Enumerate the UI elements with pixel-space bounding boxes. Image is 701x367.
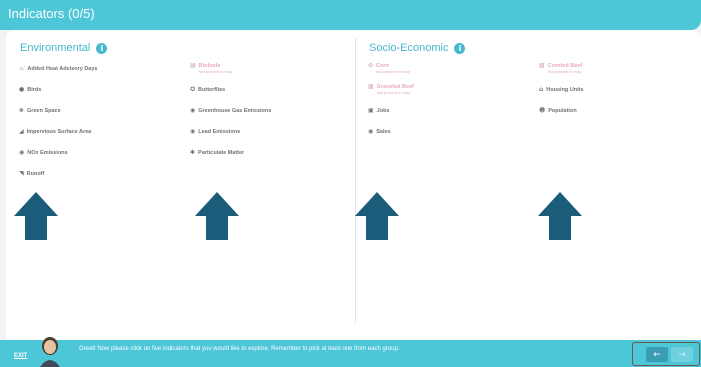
indicator-impervious-surface-area[interactable]: ◢ Impervious Surface Area [19,128,92,136]
tutorial-arrow-up-icon [538,192,582,240]
guide-bar: EXIT Great! Now please click on five ind… [0,337,701,367]
indicator-label: Particulate Matter [198,150,245,156]
indicator-label: Birds [27,87,42,93]
indicator-greenhouse-gas-emissions[interactable]: ◉ Greenhouse Gas Emissions [190,107,272,115]
info-icon[interactable]: i [454,42,466,54]
indicator-cornfed-beef: ▩ Cornfed Beef Not present in map [539,62,582,75]
indicator-label: Green Space [27,108,61,114]
thermometer-icon: ♨ [19,65,25,72]
corn-icon: ✿ [368,62,374,69]
indicator-corn: ✿ Corn Not present in map [368,62,410,75]
group-title-label: Socio-Economic [369,42,449,54]
indicator-label: Population [548,108,577,114]
butterfly-icon: ✪ [190,86,196,93]
tutorial-arrow-up-icon [355,192,399,240]
indicator-note: Not present in map [547,69,582,74]
indicators-panel: Environmental i Socio-Economic i ♨ Added… [6,30,701,340]
indicator-label: Lead Emissions [198,129,241,135]
indicator-note: Not present in map [376,69,410,74]
indicator-particulate-matter[interactable]: ✱ Particulate Matter [190,149,245,157]
group-title-environmental: Environmental i [20,42,108,54]
info-icon[interactable]: i [96,42,108,54]
cow-icon: ▩ [368,83,374,90]
surface-icon: ◢ [19,128,24,135]
indicator-biofuels: ▦ Biofuels Not present in map [190,62,233,75]
indicator-runoff[interactable]: ◥ Runoff [19,170,45,178]
indicator-label: Greenhouse Gas Emissions [198,108,272,114]
bird-icon: ● [19,86,25,93]
cloud-icon: ◉ [190,128,196,135]
arrow-left-icon[interactable]: ← [646,347,668,362]
briefcase-icon: ▣ [368,107,374,114]
indicator-label: Sales [376,129,391,135]
indicator-population[interactable]: ☻ Population [539,107,577,115]
exit-link[interactable]: EXIT [14,353,27,359]
guide-avatar [40,337,60,367]
indicator-butterflies[interactable]: ✪ Butterflies [190,86,226,94]
indicator-label: NOx Emissions [27,150,68,156]
tree-icon: ❀ [19,107,25,114]
dollar-icon: ◉ [368,128,374,135]
indicator-housing-units[interactable]: ⌂ Housing Units [539,86,584,94]
indicator-label: Housing Units [546,87,584,93]
indicator-label: Impervious Surface Area [26,129,92,135]
indicator-sales[interactable]: ◉ Sales [368,128,391,136]
indicator-lead-emissions[interactable]: ◉ Lead Emissions [190,128,241,136]
house-icon: ⌂ [539,86,544,93]
indicator-grassfed-beef: ▩ Grassfed Beef Not present in map [368,83,414,96]
tutorial-arrow-up-icon [195,192,239,240]
group-title-label: Environmental [20,42,91,54]
indicator-label: Runoff [26,171,45,177]
indicator-note: Not present in map [376,90,411,95]
cloud-icon: ◉ [19,149,25,156]
indicator-birds[interactable]: ● Birds [19,86,42,94]
group-divider [355,38,356,323]
particles-icon: ✱ [190,149,196,156]
indicator-label: Added Heat Advisory Days [27,66,98,72]
group-title-socio-economic: Socio-Economic i [369,42,466,54]
navigation-controls: ← → [632,342,700,366]
indicator-note: Not present in map [198,69,233,74]
people-icon: ☻ [539,107,546,114]
biofuel-icon: ▦ [190,62,196,69]
arrow-right-icon[interactable]: → [671,347,693,362]
guide-message: Great! Now please click on five indicato… [79,346,400,352]
cloud-icon: ◉ [190,107,196,114]
indicator-jobs[interactable]: ▣ Jobs [368,107,390,115]
tutorial-arrow-up-icon [14,192,58,240]
indicator-label: Jobs [376,108,390,114]
indicator-label: Butterflies [198,87,226,93]
cow-icon: ▩ [539,62,545,69]
page-title: Indicators (0/5) [8,6,95,21]
indicator-green-space[interactable]: ❀ Green Space [19,107,61,115]
indicator-nox-emissions[interactable]: ◉ NOx Emissions [19,149,68,157]
indicator-added-heat-advisory-days[interactable]: ♨ Added Heat Advisory Days [19,65,98,73]
runoff-icon: ◥ [19,170,24,177]
title-bar: Indicators (0/5) [0,0,701,30]
